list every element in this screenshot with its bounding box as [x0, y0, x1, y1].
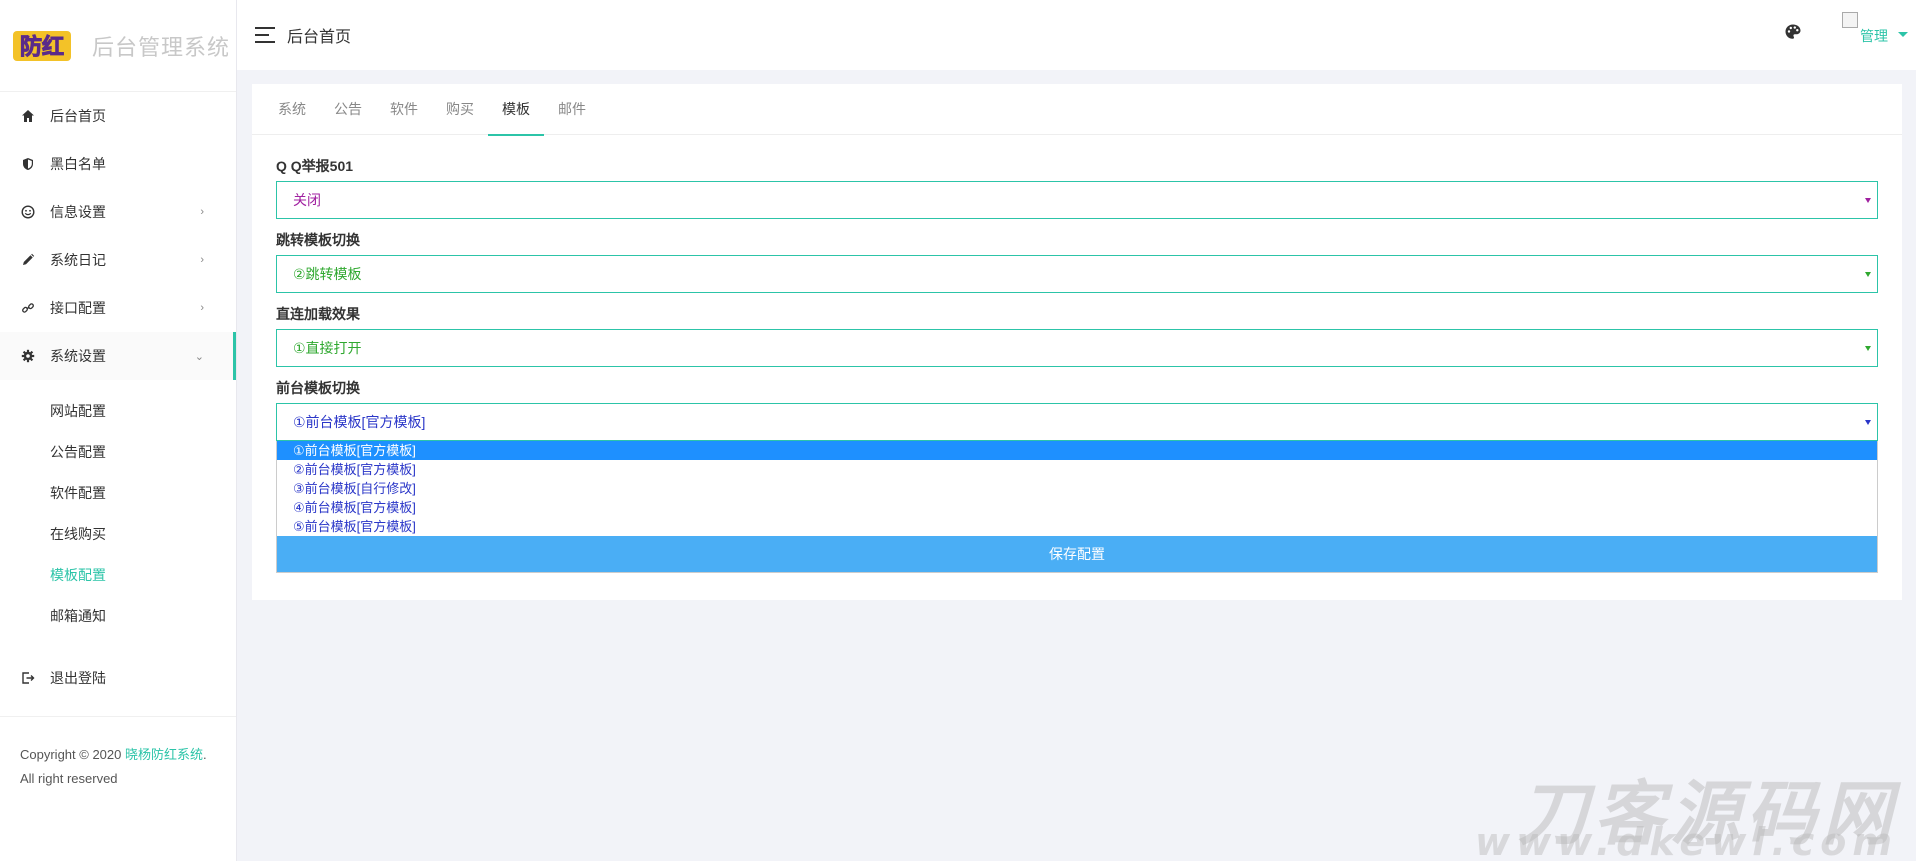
sidebar-item-label: 黑白名单 — [50, 156, 106, 172]
page-title: 后台首页 — [287, 29, 352, 46]
frontend-template-select[interactable]: ①前台模板[官方模板] — [276, 403, 1878, 441]
sidebar-item-system-settings[interactable]: 系统设置 ⌄ — [0, 332, 236, 380]
save-config-button[interactable]: 保存配置 — [277, 536, 1877, 572]
copyright: Copyright © 2020 晓杨防红系统. All right reser… — [0, 717, 236, 817]
frontend-template-label: 前台模板切换 — [276, 380, 360, 396]
dropdown-option[interactable]: ⑤前台模板[官方模板] — [277, 517, 1877, 536]
tab-template[interactable]: 模板 — [488, 84, 544, 136]
topbar-right: 管理 — [1784, 12, 1908, 52]
topbar: 后台首页 管理 — [237, 0, 1916, 70]
gear-icon — [20, 348, 36, 364]
sidebar-item-label: 接口配置 — [50, 300, 106, 316]
direct-load-label: 直连加载效果 — [276, 306, 360, 322]
logout-button[interactable]: 退出登陆 — [0, 654, 236, 702]
user-name: 管理 — [1860, 28, 1888, 44]
chevron-right-icon: › — [200, 254, 204, 266]
avatar — [1842, 12, 1858, 28]
tab-email[interactable]: 邮件 — [544, 84, 600, 135]
frontend-template-dropdown: ①前台模板[官方模板] ②前台模板[官方模板] ③前台模板[自行修改] ④前台模… — [276, 441, 1878, 573]
dropdown-option[interactable]: ④前台模板[官方模板] — [277, 498, 1877, 517]
logo-text: 防红 — [20, 34, 64, 60]
chevron-down-icon: ⌄ — [194, 350, 204, 363]
sidebar-subitem-email[interactable]: 邮箱通知 — [0, 595, 236, 636]
qq-report-select[interactable]: 关闭 — [276, 181, 1878, 219]
sidebar-item-system-log[interactable]: 系统日记 › — [0, 236, 236, 284]
qq-report-label: Q Q举报501 — [276, 158, 354, 174]
tab-notice[interactable]: 公告 — [320, 84, 376, 135]
sidebar-bottom: 退出登陆 — [0, 654, 236, 717]
tab-system[interactable]: 系统 — [264, 84, 320, 135]
sidebar-subitem-template[interactable]: 模板配置 — [0, 554, 236, 595]
direct-load-select[interactable]: ①直接打开 — [276, 329, 1878, 367]
link-icon — [20, 300, 36, 316]
sidebar-item-label: 信息设置 — [50, 204, 106, 220]
redirect-template-select[interactable]: ②跳转模板 — [276, 255, 1878, 293]
logo[interactable]: 防红 — [12, 28, 72, 64]
chevron-right-icon: › — [200, 302, 204, 314]
select-arrow-icon — [1865, 272, 1871, 277]
dropdown-option[interactable]: ①前台模板[官方模板] — [277, 441, 1877, 460]
copyright-link[interactable]: 晓杨防红系统 — [125, 747, 203, 762]
redirect-template-label: 跳转模板切换 — [276, 232, 360, 248]
tab-software[interactable]: 软件 — [376, 84, 432, 135]
sidebar-item-api-config[interactable]: 接口配置 › — [0, 284, 236, 332]
palette-icon[interactable] — [1784, 23, 1802, 41]
sidebar-item-info-settings[interactable]: 信息设置 › — [0, 188, 236, 236]
sidebar-nav: 后台首页 黑白名单 信息设置 › 系统日记 › 接口配置 › 系统设置 ⌄ 网站… — [0, 92, 236, 717]
sidebar-subitem-notice[interactable]: 公告配置 — [0, 431, 236, 472]
sidebar-item-home[interactable]: 后台首页 — [0, 92, 236, 140]
user-menu[interactable]: 管理 — [1842, 12, 1908, 52]
redirect-template-value: ②跳转模板 — [293, 266, 362, 282]
direct-load-value: ①直接打开 — [293, 340, 362, 356]
logout-label: 退出登陆 — [50, 670, 106, 686]
tab-purchase[interactable]: 购买 — [432, 84, 488, 135]
sidebar-subitem-software[interactable]: 软件配置 — [0, 472, 236, 513]
brand-title: 后台管理系统 — [92, 35, 231, 61]
select-arrow-icon — [1865, 198, 1871, 203]
shield-icon — [20, 156, 36, 172]
sidebar-item-label: 后台首页 — [50, 108, 106, 124]
copyright-prefix: Copyright © 2020 — [20, 747, 125, 762]
watermark-url: www.dkewl.com — [1474, 820, 1898, 861]
logout-icon — [20, 670, 36, 686]
qq-report-value: 关闭 — [293, 192, 321, 208]
smiley-icon — [20, 204, 36, 220]
dropdown-option[interactable]: ③前台模板[自行修改] — [277, 479, 1877, 498]
sidebar: 防红 后台管理系统 后台首页 黑白名单 信息设置 › 系统日记 › 接口配置 ›… — [0, 0, 237, 861]
sidebar-subnav: 网站配置 公告配置 软件配置 在线购买 模板配置 邮箱通知 — [0, 380, 236, 646]
caret-down-icon — [1898, 32, 1908, 37]
chevron-right-icon: › — [200, 206, 204, 218]
sidebar-item-label: 系统日记 — [50, 252, 106, 268]
select-arrow-icon — [1865, 420, 1871, 425]
pencil-icon — [20, 252, 36, 268]
frontend-template-value: ①前台模板[官方模板] — [293, 414, 426, 430]
tab-bar: 系统 公告 软件 购买 模板 邮件 — [252, 84, 1902, 136]
settings-card: 系统 公告 软件 购买 模板 邮件 Q Q举报501 关闭 跳转模板切换 ②跳转… — [252, 84, 1902, 600]
sidebar-subitem-website[interactable]: 网站配置 — [0, 390, 236, 431]
sidebar-item-blacklist[interactable]: 黑白名单 — [0, 140, 236, 188]
dropdown-option[interactable]: ②前台模板[官方模板] — [277, 460, 1877, 479]
menu-toggle-icon[interactable] — [255, 27, 275, 43]
brand: 防红 后台管理系统 — [0, 0, 236, 92]
sidebar-subitem-purchase[interactable]: 在线购买 — [0, 513, 236, 554]
home-icon — [20, 108, 36, 124]
sidebar-item-label: 系统设置 — [50, 348, 106, 364]
select-arrow-icon — [1865, 346, 1871, 351]
template-form: Q Q举报501 关闭 跳转模板切换 ②跳转模板 直连加载效果 ①直接打开 前台… — [252, 135, 1902, 573]
